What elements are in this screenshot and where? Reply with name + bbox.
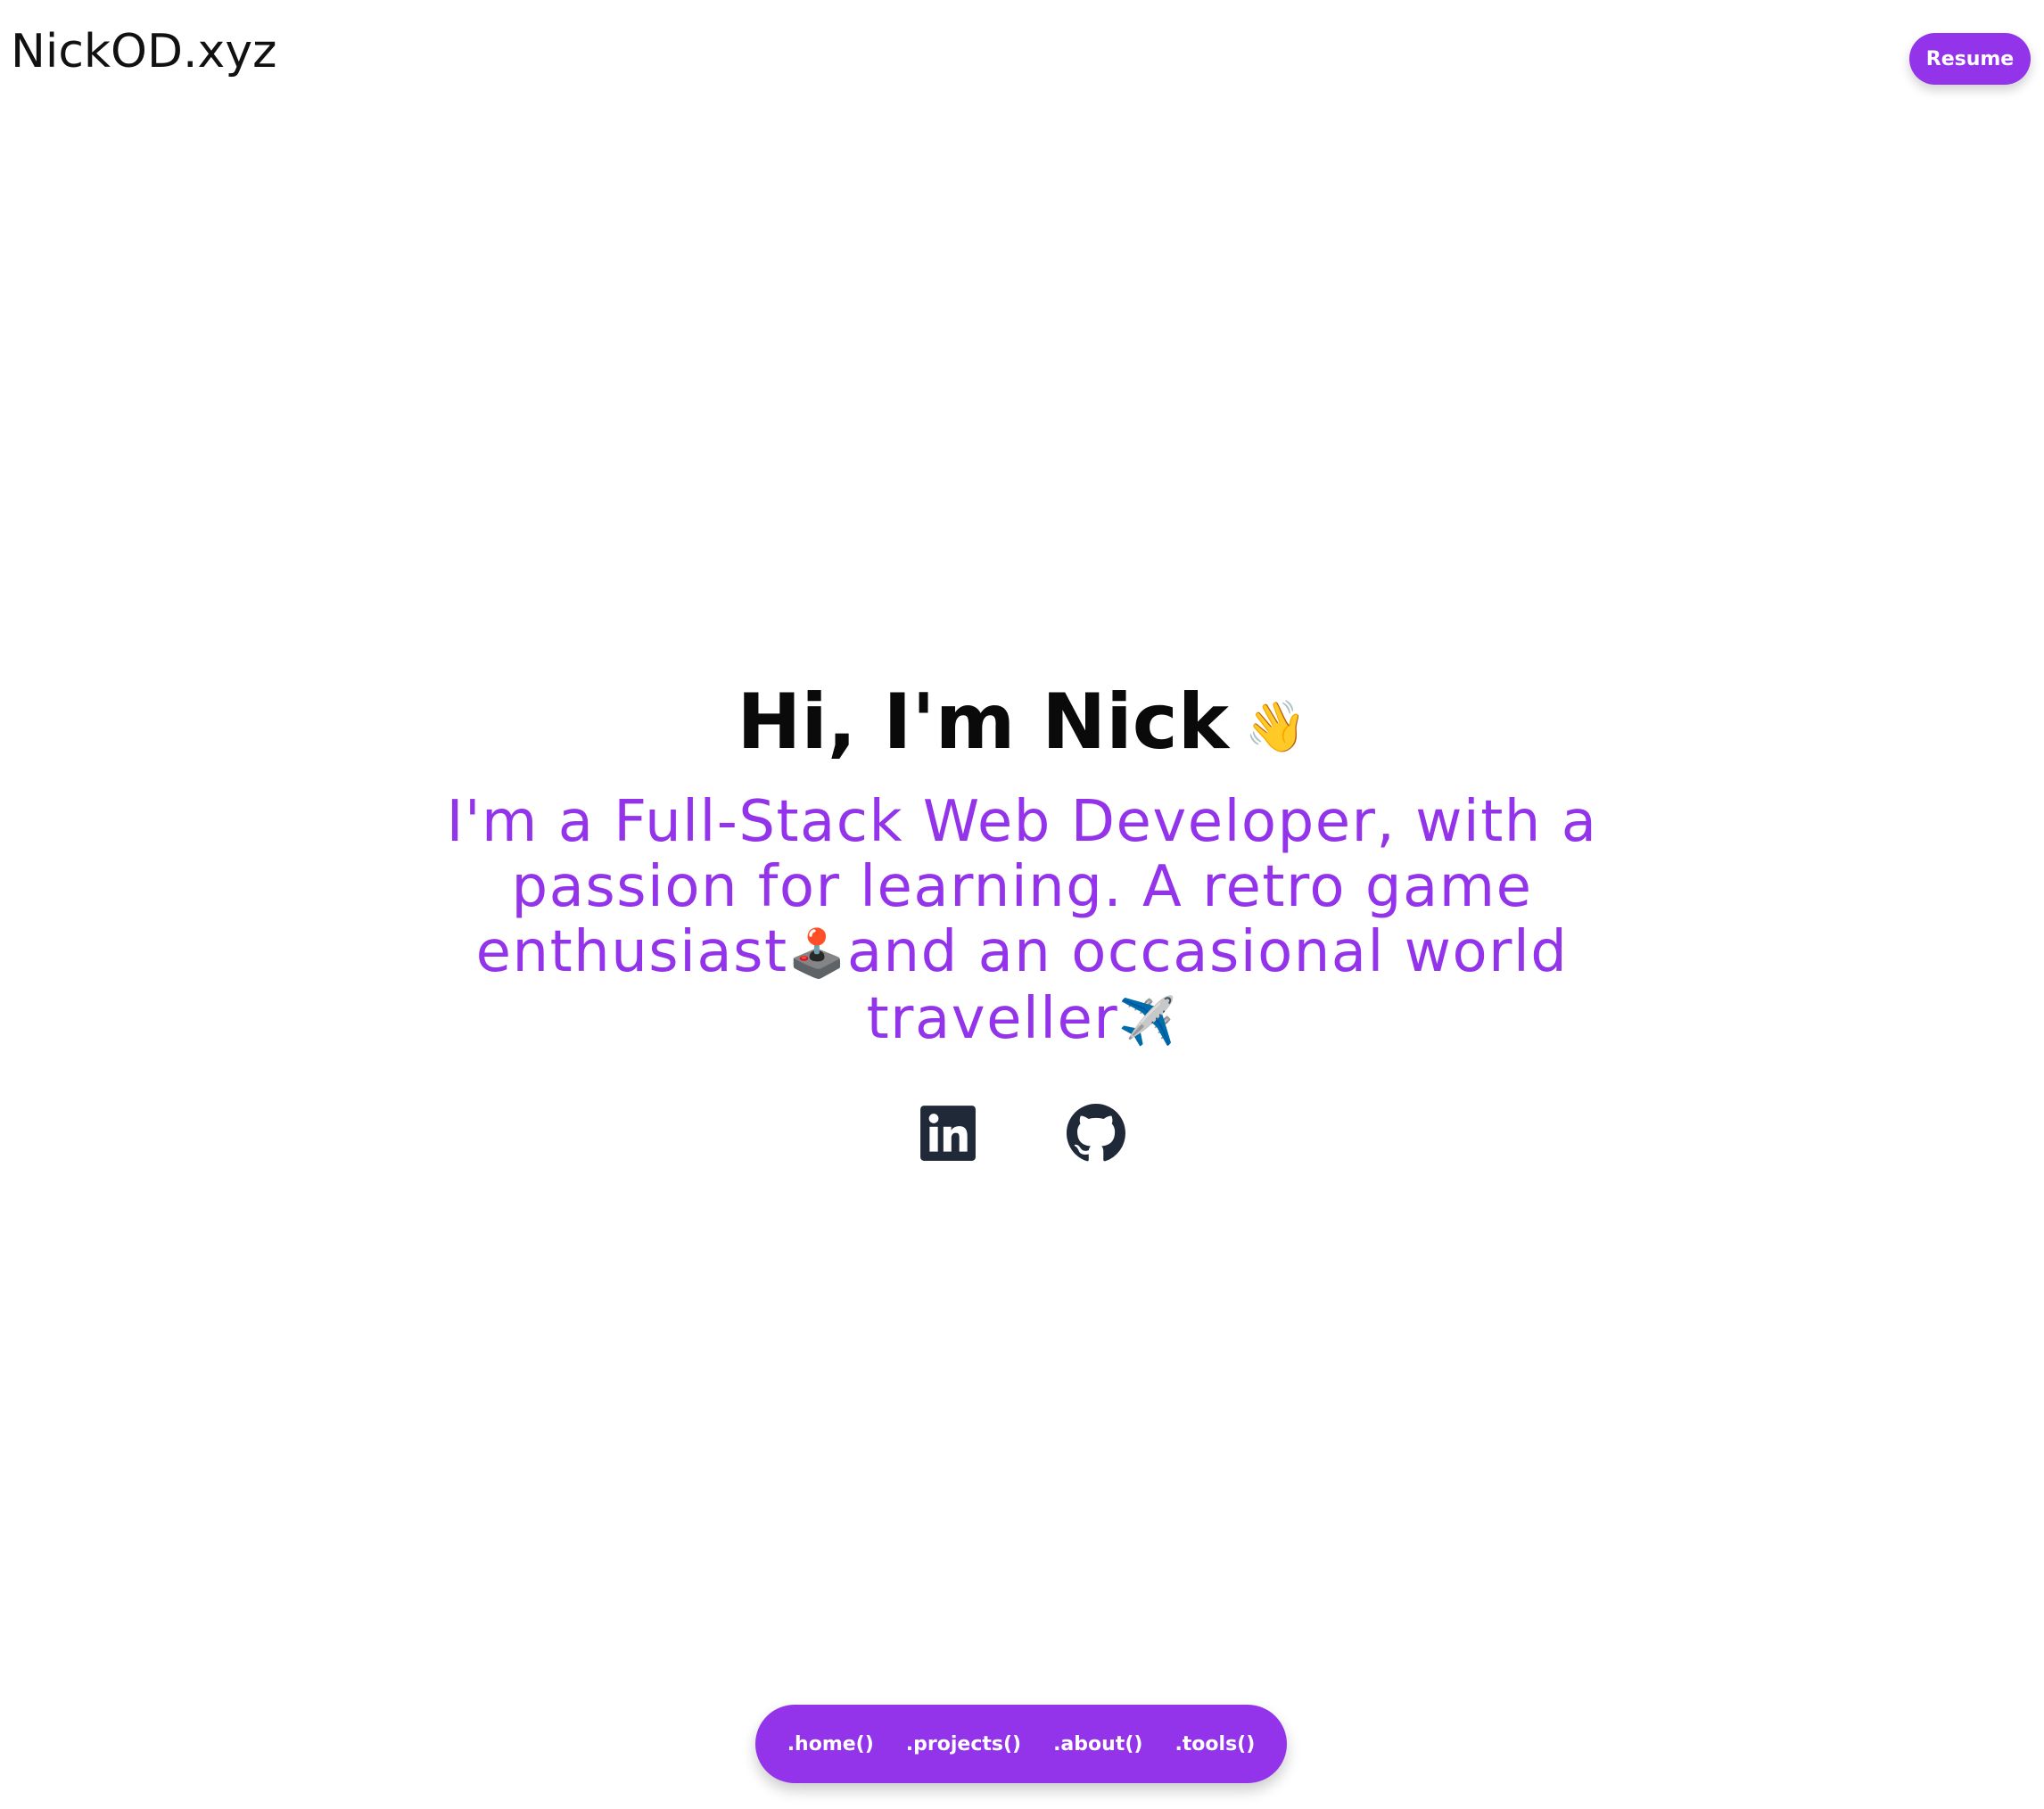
page: NickOD.xyz Resume Hi, I'm Nick 👋 I'm a Fu… [0, 0, 2044, 1809]
resume-button[interactable]: Resume [1909, 33, 2031, 85]
bottom-nav: .home() .projects() .about() .tools() [755, 1705, 1287, 1783]
hero-subtitle: I'm a Full-Stack Web Developer, with a p… [407, 789, 1637, 1056]
social-links [0, 1104, 2044, 1163]
site-logo[interactable]: NickOD.xyz [11, 25, 276, 78]
linkedin-link[interactable] [919, 1104, 977, 1163]
airplane-icon: ✈️ [1118, 995, 1178, 1049]
nav-projects[interactable]: .projects() [906, 1733, 1021, 1756]
hero-title-text: Hi, I'm Nick [737, 678, 1229, 767]
linkedin-icon [920, 1106, 976, 1161]
nav-home[interactable]: .home() [787, 1733, 874, 1756]
github-icon [1067, 1104, 1125, 1162]
hero-section: Hi, I'm Nick 👋 I'm a Full-Stack Web Devel… [0, 670, 2044, 1055]
joystick-icon: 🕹️ [787, 927, 847, 982]
hero-subtitle-part2: and an occasional world traveller [846, 918, 1569, 1053]
nav-tools[interactable]: .tools() [1174, 1733, 1255, 1756]
hero-title: Hi, I'm Nick 👋 [0, 670, 2044, 779]
github-link[interactable] [1067, 1104, 1125, 1163]
nav-about[interactable]: .about() [1053, 1733, 1142, 1756]
waving-hand-icon: 👋 [1244, 697, 1307, 756]
